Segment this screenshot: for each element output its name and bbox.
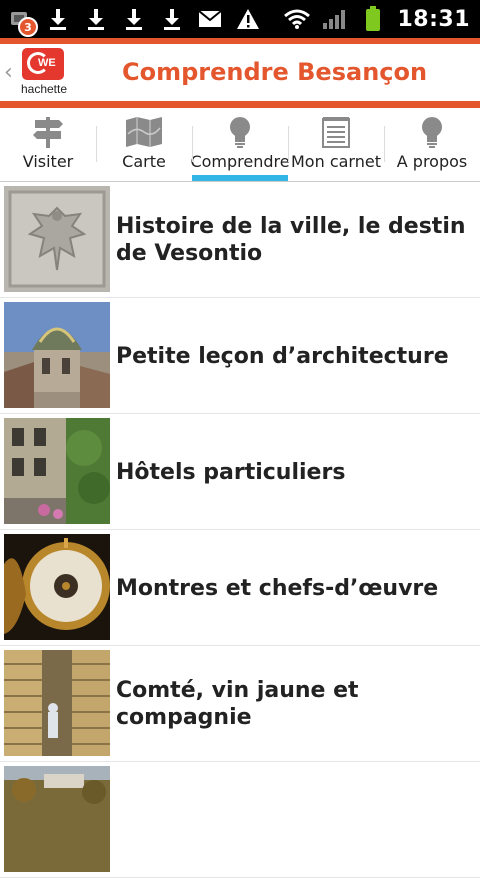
list-item-title	[116, 762, 472, 878]
list-item[interactable]: Hôtels particuliers	[0, 414, 480, 530]
lightbulb-icon	[227, 116, 253, 148]
logo-text: hachette	[20, 82, 68, 96]
thumbnail-image	[4, 766, 110, 872]
wifi-icon	[283, 5, 311, 33]
thumbnail-image	[4, 534, 110, 640]
status-bar-notifications: 3	[0, 0, 262, 38]
app-logo[interactable]: WE hachette	[16, 48, 68, 96]
mail-icon	[196, 5, 224, 33]
download-icon	[44, 5, 72, 33]
list-item[interactable]	[0, 762, 480, 878]
tab-label: Visiter	[22, 152, 74, 171]
list-item[interactable]: Montres et chefs-d’œuvre	[0, 530, 480, 646]
thumbnail-image	[4, 650, 110, 756]
logo-mark: WE	[38, 57, 56, 69]
tab-label: Carte	[122, 152, 166, 171]
signpost-icon	[31, 116, 65, 148]
warning-icon	[234, 5, 262, 33]
thumbnail-image	[4, 302, 110, 408]
notification-icon: 3	[6, 5, 38, 37]
list-item-title: Hôtels particuliers	[116, 459, 346, 485]
lightbulb-icon	[419, 116, 445, 148]
tab-label: Comprendre	[190, 152, 290, 171]
tab-mon-carnet[interactable]: Mon carnet	[288, 108, 384, 181]
tab-bar: Visiter Carte Comprendre Mon carnet A pr…	[0, 108, 480, 182]
download-icon	[158, 5, 186, 33]
tab-label: A propos	[396, 152, 468, 171]
topic-list: Histoire de la ville, le destin de Veson…	[0, 182, 480, 878]
notebook-icon	[321, 116, 351, 148]
status-clock: 18:31	[397, 6, 470, 32]
tab-comprendre[interactable]: Comprendre	[190, 108, 290, 181]
page-title: Comprendre Besançon	[122, 58, 428, 86]
notification-count-badge: 3	[18, 17, 38, 37]
list-item[interactable]: Comté, vin jaune et compagnie	[0, 646, 480, 762]
signal-icon	[321, 5, 349, 33]
header-accent-bottom	[0, 101, 480, 108]
list-item-title: Montres et chefs-d’œuvre	[116, 575, 439, 601]
thumbnail-image	[4, 186, 110, 292]
back-chevron-icon[interactable]: ‹	[4, 60, 13, 85]
status-bar: 3 18:31	[0, 0, 480, 38]
status-bar-system: 18:31	[283, 0, 480, 38]
battery-icon	[359, 5, 387, 33]
list-item-title: Petite leçon d’architecture	[116, 343, 449, 369]
list-item[interactable]: Histoire de la ville, le destin de Veson…	[0, 182, 480, 298]
download-icon	[120, 5, 148, 33]
app-header: ‹ WE hachette Comprendre Besançon	[0, 44, 480, 100]
tab-label: Mon carnet	[291, 152, 381, 171]
map-icon	[124, 116, 164, 148]
list-item-title: Histoire de la ville, le destin de Veson…	[116, 214, 466, 266]
list-item-title: Comté, vin jaune et compagnie	[116, 678, 359, 730]
download-icon	[82, 5, 110, 33]
tab-a-propos[interactable]: A propos	[384, 108, 480, 181]
thumbnail-image	[4, 418, 110, 524]
tab-visiter[interactable]: Visiter	[0, 108, 96, 181]
tab-carte[interactable]: Carte	[96, 108, 192, 181]
list-item[interactable]: Petite leçon d’architecture	[0, 298, 480, 414]
